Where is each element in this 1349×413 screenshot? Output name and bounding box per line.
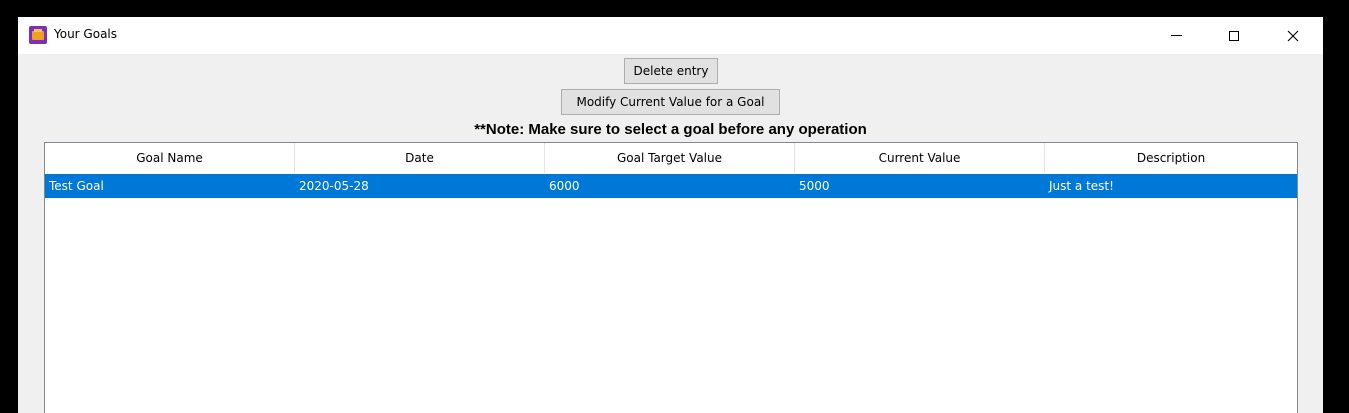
close-icon: [1287, 30, 1299, 41]
table-header: Goal Name Date Goal Target Value Current…: [45, 143, 1297, 173]
delete-entry-button[interactable]: Delete entry: [624, 58, 718, 84]
minimize-icon: [1170, 35, 1182, 36]
modify-current-value-button[interactable]: Modify Current Value for a Goal: [561, 89, 780, 115]
maximize-icon: [1229, 30, 1239, 41]
column-header-current-value[interactable]: Current Value: [795, 143, 1045, 173]
minimize-button[interactable]: [1147, 17, 1205, 54]
cell-goal-name: Test Goal: [49, 179, 104, 193]
window-title: Your Goals: [54, 27, 118, 41]
goals-window: Your Goals Delete entry Modify Current V…: [18, 17, 1323, 413]
maximize-button[interactable]: [1205, 17, 1263, 54]
cell-description: Just a test!: [1049, 179, 1114, 193]
selection-note: **Note: Make sure to select a goal befor…: [474, 121, 867, 138]
column-header-description[interactable]: Description: [1045, 143, 1297, 173]
table-row[interactable]: Test Goal 2020-05-28 6000 5000 Just a te…: [45, 174, 1297, 198]
column-header-date[interactable]: Date: [295, 143, 545, 173]
column-header-goal-target-value[interactable]: Goal Target Value: [545, 143, 795, 173]
goals-table[interactable]: Goal Name Date Goal Target Value Current…: [44, 142, 1298, 413]
close-button[interactable]: [1264, 17, 1322, 54]
cell-current-value: 5000: [799, 179, 830, 193]
cell-date: 2020-05-28: [299, 179, 369, 193]
column-header-goal-name[interactable]: Goal Name: [45, 143, 295, 173]
cell-goal-target-value: 6000: [549, 179, 580, 193]
title-bar[interactable]: Your Goals: [18, 17, 1323, 54]
app-window-icon: [29, 26, 47, 44]
